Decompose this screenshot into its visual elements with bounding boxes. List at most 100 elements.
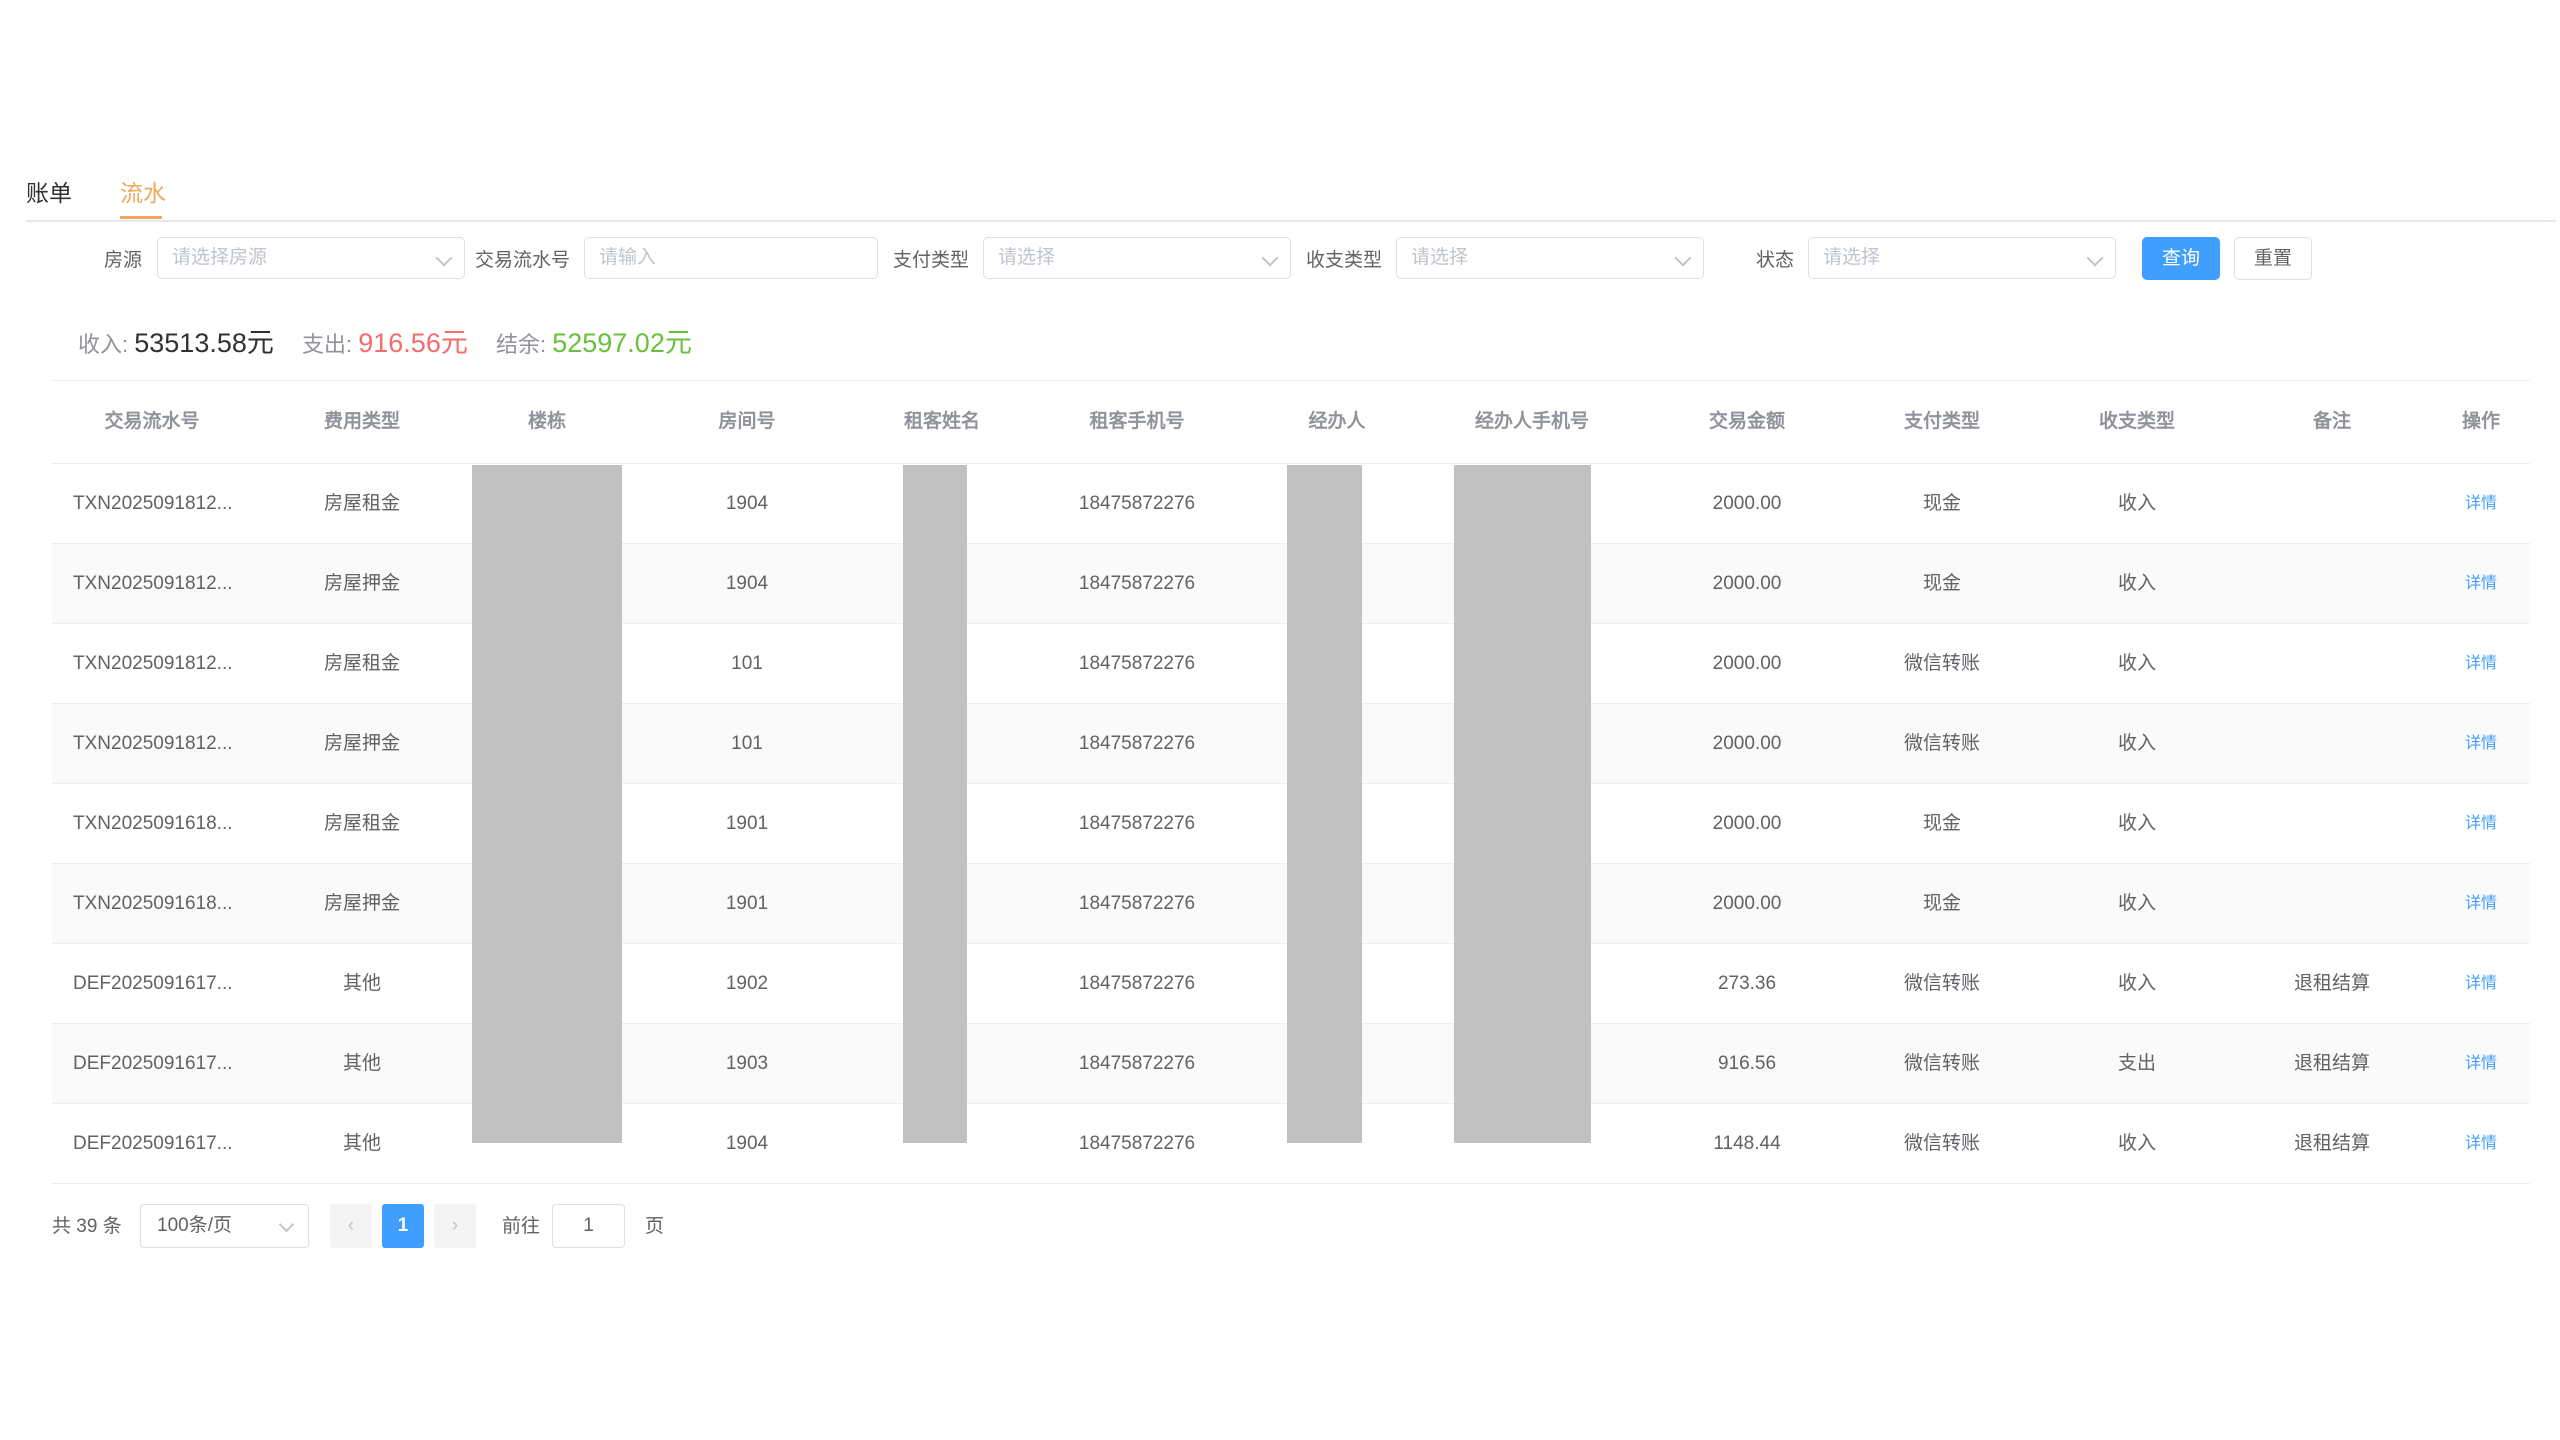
cell-io-type: 收入 — [2117, 1133, 2156, 1154]
goto-page-input[interactable]: 1 — [552, 1204, 625, 1248]
detail-link[interactable]: 详情 — [2432, 1024, 2530, 1103]
cell-tenant-phone: 18475872276 — [1078, 1133, 1196, 1154]
column-header-txn: 交易流水号 — [104, 411, 200, 432]
detail-link[interactable]: 详情 — [2432, 1104, 2530, 1183]
page-number-current[interactable]: 1 — [382, 1204, 424, 1248]
cell-note — [2232, 784, 2432, 863]
cell-io-type: 收入 — [2117, 493, 2156, 514]
cell-io-type: 收入 — [2117, 893, 2156, 914]
pagination-total: 共 39 条 — [52, 1216, 122, 1237]
page-suffix-label: 页 — [645, 1216, 665, 1237]
status-select[interactable]: 请选择 — [1808, 237, 2116, 279]
column-header-io-type: 收支类型 — [2098, 411, 2175, 432]
cell-amount: 2000.00 — [1712, 653, 1782, 674]
cell-room: 1904 — [725, 493, 769, 514]
status-select-placeholder: 请选择 — [1823, 247, 1881, 268]
cell-room: 1903 — [725, 1053, 769, 1074]
detail-link[interactable]: 详情 — [2432, 544, 2530, 623]
chevron-down-icon — [1261, 249, 1279, 267]
detail-link[interactable]: 详情 — [2432, 624, 2530, 703]
next-page-button[interactable]: › — [434, 1204, 476, 1248]
detail-link[interactable]: 详情 — [2432, 864, 2530, 943]
iotype-label: 收支类型 — [1306, 250, 1383, 271]
column-header-amount: 交易金额 — [1708, 411, 1785, 432]
cell-room: 1901 — [725, 893, 769, 914]
paytype-select[interactable]: 请选择 — [983, 237, 1291, 279]
expense-summary: 支出: 916.56元 — [302, 321, 468, 360]
column-header-tenant-phone: 租客手机号 — [1089, 411, 1185, 432]
cell-fee-type: 房屋租金 — [323, 493, 400, 514]
cell-tenant-phone: 18475872276 — [1078, 493, 1196, 514]
column-header-room: 房间号 — [718, 411, 776, 432]
cell-pay-type: 微信转账 — [1903, 653, 1980, 674]
column-header-pay-type: 支付类型 — [1903, 411, 1980, 432]
tab-bar: 账单 流水 — [26, 172, 2556, 222]
prev-page-button[interactable]: ‹ — [330, 1204, 372, 1248]
income-value: 53513.58元 — [134, 328, 274, 358]
chevron-down-icon — [2086, 249, 2104, 267]
column-header-building: 楼栋 — [527, 411, 566, 432]
redacted-handler-column — [1287, 465, 1362, 1143]
query-button[interactable]: 查询 — [2142, 237, 2220, 280]
cell-pay-type: 现金 — [1922, 893, 1961, 914]
cell-note: 退租结算 — [2293, 1053, 2370, 1074]
summary-bar: 收入: 53513.58元 支出: 916.56元 结余: 52597.02元 — [78, 321, 714, 360]
detail-link[interactable]: 详情 — [2432, 464, 2530, 543]
cell-fee-type: 房屋押金 — [323, 893, 400, 914]
cell-txn: TXN2025091812... — [73, 733, 233, 754]
cell-pay-type: 微信转账 — [1903, 1053, 1980, 1074]
page-size-select[interactable]: 100条/页 — [140, 1204, 309, 1248]
expense-label: 支出: — [302, 332, 353, 357]
column-header-action: 操作 — [2461, 411, 2500, 432]
cell-amount: 1148.44 — [1713, 1133, 1781, 1154]
cell-tenant-phone: 18475872276 — [1078, 653, 1196, 674]
iotype-select[interactable]: 请选择 — [1396, 237, 1704, 279]
cell-fee-type: 房屋租金 — [323, 653, 400, 674]
cell-txn: TXN2025091812... — [73, 573, 233, 594]
reset-button[interactable]: 重置 — [2234, 237, 2312, 280]
balance-value: 52597.02元 — [552, 328, 692, 358]
cell-pay-type: 微信转账 — [1903, 973, 1980, 994]
tab-bill[interactable]: 账单 — [26, 172, 72, 218]
cell-txn: TXN2025091618... — [73, 893, 233, 914]
cell-tenant-phone: 18475872276 — [1078, 733, 1196, 754]
cell-txn: TXN2025091812... — [73, 493, 233, 514]
cell-fee-type: 其他 — [342, 1133, 381, 1154]
cell-io-type: 收入 — [2117, 973, 2156, 994]
detail-link[interactable]: 详情 — [2432, 944, 2530, 1023]
goto-label: 前往 — [502, 1216, 541, 1237]
paytype-select-placeholder: 请选择 — [998, 247, 1056, 268]
income-summary: 收入: 53513.58元 — [78, 321, 274, 360]
cell-amount: 2000.00 — [1712, 893, 1782, 914]
cell-note — [2232, 464, 2432, 543]
cell-pay-type: 现金 — [1922, 813, 1961, 834]
cell-txn: TXN2025091812... — [73, 653, 233, 674]
cell-room: 101 — [731, 733, 763, 754]
tab-flow[interactable]: 流水 — [120, 172, 166, 218]
detail-link[interactable]: 详情 — [2432, 704, 2530, 783]
detail-link[interactable]: 详情 — [2432, 784, 2530, 863]
cell-txn: TXN2025091618... — [73, 813, 233, 834]
cell-note — [2232, 544, 2432, 623]
cell-note — [2232, 624, 2432, 703]
cell-room: 101 — [731, 653, 763, 674]
expense-value: 916.56元 — [358, 328, 468, 358]
txn-label: 交易流水号 — [475, 250, 571, 271]
cell-tenant-phone: 18475872276 — [1078, 813, 1196, 834]
house-select-placeholder: 请选择房源 — [172, 247, 268, 268]
house-select[interactable]: 请选择房源 — [157, 237, 465, 279]
status-label: 状态 — [1756, 250, 1795, 271]
cell-pay-type: 现金 — [1922, 493, 1961, 514]
cell-io-type: 支出 — [2117, 1053, 2156, 1074]
paytype-label: 支付类型 — [893, 250, 970, 271]
cell-tenant-phone: 18475872276 — [1078, 573, 1196, 594]
redacted-tenant-name-column — [903, 465, 967, 1143]
page-size-value: 100条/页 — [157, 1215, 232, 1236]
txn-input[interactable]: 请输入 — [584, 237, 878, 279]
column-header-handler-phone: 经办人手机号 — [1474, 411, 1589, 432]
income-label: 收入: — [78, 332, 129, 357]
cell-fee-type: 房屋押金 — [323, 733, 400, 754]
cell-fee-type: 其他 — [342, 973, 381, 994]
column-header-tenant-name: 租客姓名 — [903, 411, 980, 432]
cell-txn: DEF2025091617... — [73, 973, 233, 994]
